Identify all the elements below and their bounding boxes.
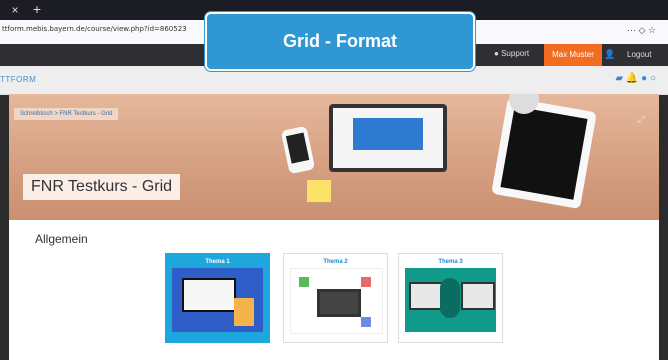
edit-header-icon[interactable]: ⤢	[638, 114, 645, 125]
topic-image	[290, 268, 383, 334]
url-actions-icon[interactable]: ⋯ ◇ ☆	[627, 25, 656, 36]
breadcrumb[interactable]: Schreibtisch > FNR Testkurs - Grid	[14, 108, 119, 120]
topic-image-shape	[299, 277, 309, 287]
phone-screen	[285, 132, 310, 164]
topic-image	[405, 268, 496, 332]
avatar[interactable]: ○	[650, 73, 656, 84]
tablet-screen	[500, 106, 588, 200]
course-content: Allgemein Thema 1 Thema 2 Thema 3	[9, 220, 659, 360]
topic-image-shape	[461, 282, 495, 310]
sticky-note	[307, 180, 331, 202]
user-name-button[interactable]: Max Muster	[544, 44, 602, 66]
topic-image-shape	[440, 278, 460, 318]
tab-close-icon[interactable]: ×	[8, 3, 22, 17]
topic-image-shape	[409, 282, 443, 310]
topic-image-shape	[182, 278, 236, 312]
topic-image-shape	[317, 289, 361, 317]
folder-icon[interactable]: ▰	[615, 73, 623, 84]
breadcrumb-text[interactable]: Schreibtisch > FNR Testkurs - Grid	[20, 111, 112, 117]
more-actions-icon[interactable]: ⋯	[627, 25, 636, 35]
support-link[interactable]: ● Support	[494, 49, 529, 58]
topic-image	[172, 268, 263, 332]
topic-card-2[interactable]: Thema 2	[283, 253, 388, 343]
topic-image-shape	[361, 317, 371, 327]
topic-image-shape	[361, 277, 371, 287]
topic-card-1[interactable]: Thema 1	[165, 253, 270, 343]
topic-label: Thema 2	[323, 259, 348, 265]
laptop-illustration	[329, 104, 447, 172]
bookmark-star-icon[interactable]: ☆	[648, 25, 656, 35]
bell-icon[interactable]: 🔔	[626, 73, 638, 84]
new-tab-icon[interactable]: +	[30, 2, 44, 16]
course-header-image: Schreibtisch > FNR Testkurs - Grid FNR T…	[9, 94, 659, 220]
laptop-screen-panel	[353, 118, 423, 150]
brand-name[interactable]: TTFORM	[0, 75, 36, 84]
pocket-icon[interactable]: ◇	[638, 25, 645, 35]
section-title: Allgemein	[35, 232, 88, 246]
support-label: Support	[501, 49, 530, 58]
url-text[interactable]: ttform.mebis.bayern.de/course/view.php?i…	[2, 25, 187, 33]
support-icon: ●	[494, 49, 499, 58]
banner-title: Grid - Format	[282, 31, 397, 51]
overlay-banner: Grid - Format	[205, 12, 475, 71]
tablet-illustration	[491, 96, 597, 210]
topic-label: Thema 1	[205, 259, 230, 265]
topic-label: Thema 3	[438, 259, 463, 265]
navbar-icons: ▰ 🔔 ● ○	[615, 73, 656, 84]
page-title: FNR Testkurs - Grid	[23, 174, 181, 200]
chat-icon[interactable]: ●	[641, 73, 647, 84]
person-icon[interactable]: 👤	[604, 49, 615, 61]
topic-card-3[interactable]: Thema 3	[398, 253, 503, 343]
logout-link[interactable]: Logout	[627, 50, 651, 59]
phone-illustration	[280, 125, 316, 175]
topic-image-shape	[234, 298, 254, 326]
